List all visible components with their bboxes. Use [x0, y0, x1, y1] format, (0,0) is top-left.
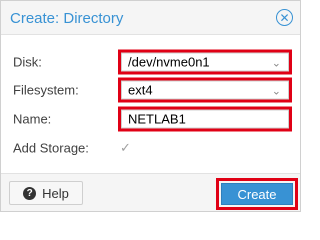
dialog-title: Create: Directory	[10, 10, 124, 27]
disk-label: Disk:	[13, 54, 42, 70]
filesystem-label: Filesystem:	[13, 82, 79, 98]
dialog-footer: ? Help Create	[1, 173, 300, 211]
create-button-highlight: Create	[216, 178, 298, 210]
filesystem-row: Filesystem: ext4 ⌄	[1, 75, 300, 105]
add-storage-label: Add Storage:	[13, 140, 89, 156]
create-label: Create	[237, 186, 277, 202]
name-label: Name:	[13, 111, 52, 127]
dialog-titlebar: Create: Directory ✕	[1, 1, 300, 35]
directory-form: Disk: /dev/nvme0n1 ⌄ Filesystem: ext4 ⌄ …	[1, 35, 300, 173]
disk-row: Disk: /dev/nvme0n1 ⌄	[1, 47, 300, 77]
disk-select[interactable]: /dev/nvme0n1 ⌄	[118, 49, 292, 75]
create-button[interactable]: Create	[221, 183, 293, 205]
name-row: Name: NETLAB1	[1, 104, 300, 134]
filesystem-select[interactable]: ext4 ⌄	[118, 77, 292, 103]
create-directory-dialog: Create: Directory ✕ Disk: /dev/nvme0n1 ⌄…	[0, 0, 301, 212]
filesystem-value: ext4	[128, 82, 153, 98]
chevron-down-icon[interactable]: ⌄	[272, 85, 281, 98]
help-label: Help	[42, 185, 69, 201]
add-storage-checkbox[interactable]: ✓	[120, 141, 134, 155]
close-icon[interactable]: ✕	[276, 9, 293, 26]
name-input[interactable]: NETLAB1	[118, 106, 292, 132]
disk-value: /dev/nvme0n1	[128, 54, 210, 70]
help-icon: ?	[23, 186, 37, 200]
help-button[interactable]: ? Help	[9, 181, 83, 205]
chevron-down-icon[interactable]: ⌄	[272, 57, 281, 70]
add-storage-row: Add Storage: ✓	[1, 133, 300, 163]
name-value: NETLAB1	[128, 111, 186, 127]
